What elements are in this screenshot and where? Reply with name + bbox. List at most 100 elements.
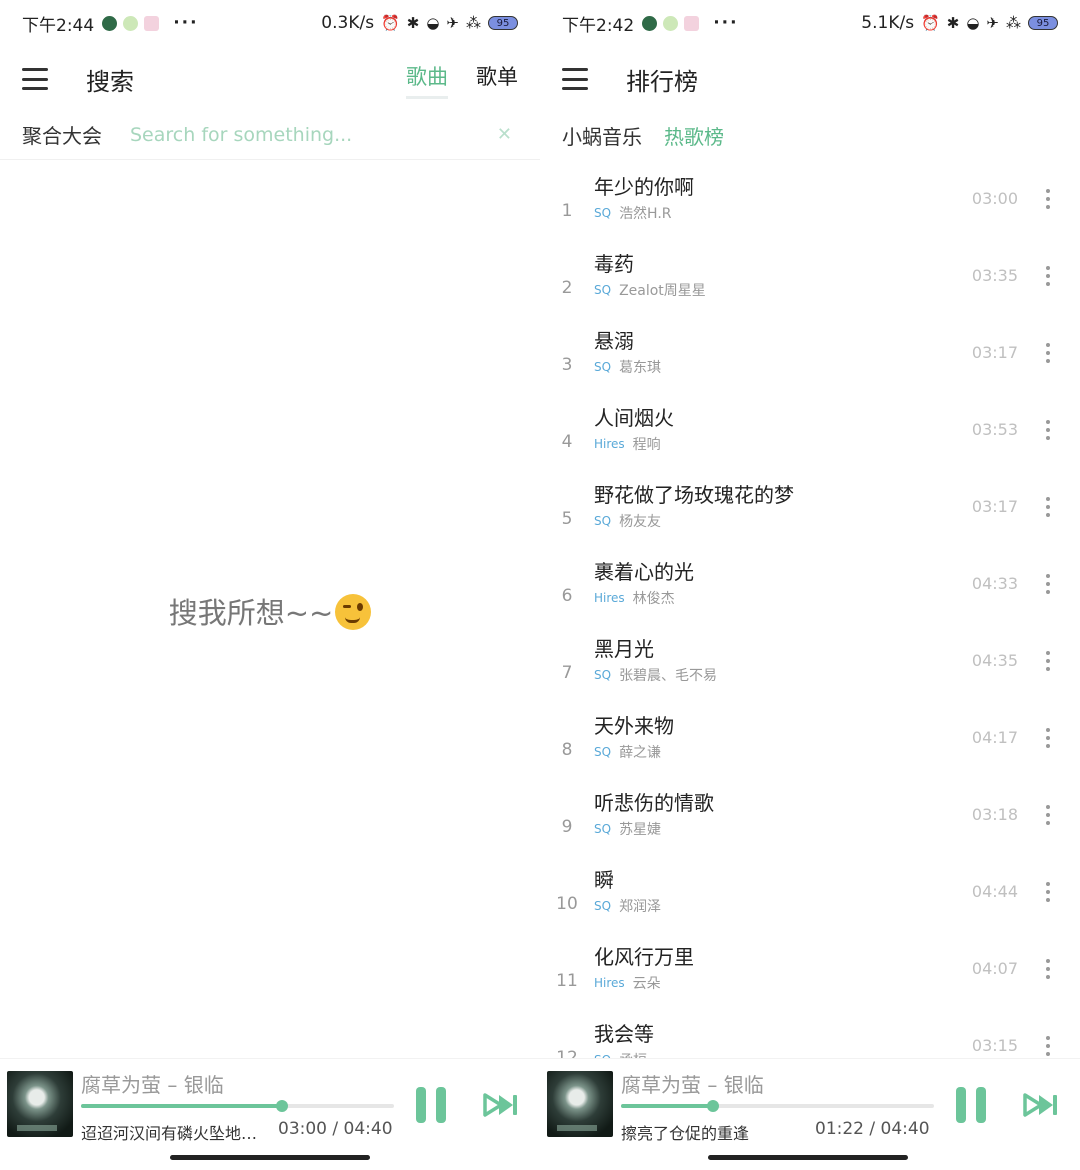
song-info: 化风行万里 Hires 云朵 <box>594 944 948 993</box>
song-row[interactable]: 9 听悲伤的情歌 SQ 苏星婕 03:18 <box>540 776 1080 853</box>
home-indicator <box>170 1155 370 1160</box>
song-artist: 林俊杰 <box>632 591 675 607</box>
app-bar: 搜索 歌曲 歌单 <box>0 52 540 106</box>
song-row[interactable]: 10 瞬 SQ 郑润泽 04:44 <box>540 853 1080 930</box>
skip-next-icon[interactable] <box>1023 1092 1059 1118</box>
song-info: 年少的你啊 SQ 浩然H.R <box>594 174 948 223</box>
song-row[interactable]: 5 野花做了场玫瑰花的梦 SQ 杨友友 03:17 <box>540 468 1080 545</box>
menu-icon[interactable] <box>22 68 48 90</box>
status-time: 下午2:42 <box>562 15 635 36</box>
song-row[interactable]: 2 毒药 SQ Zealot周星星 03:35 <box>540 237 1080 314</box>
more-vert-icon[interactable] <box>1038 265 1058 286</box>
song-row[interactable]: 4 人间烟火 Hires 程响 03:53 <box>540 391 1080 468</box>
album-cover[interactable] <box>547 1071 613 1137</box>
current-lyric: 迢迢河汉间有磷火坠地… <box>81 1124 258 1143</box>
wifi-icon: ◒ <box>426 14 440 32</box>
song-rank: 1 <box>561 200 573 221</box>
song-info: 我会等 SQ承桓 <box>594 1021 948 1058</box>
song-row[interactable]: 1 年少的你啊 SQ 浩然H.R 03:00 <box>540 160 1080 237</box>
signal-icon: ⁂ <box>1006 14 1021 32</box>
skip-next-icon[interactable] <box>483 1092 519 1118</box>
tab-hot-songs[interactable]: 热歌榜 <box>664 121 724 150</box>
now-playing-title: 腐草为萤 – 银临 <box>81 1073 224 1097</box>
song-duration: 04:17 <box>971 728 1018 747</box>
more-notifications-icon: ··· <box>713 13 739 33</box>
song-meta: SQ 苏星婕 <box>594 819 948 839</box>
song-meta: SQ承桓 <box>594 1050 948 1058</box>
song-title: 裹着心的光 <box>594 560 694 584</box>
more-vert-icon[interactable] <box>1038 650 1058 671</box>
progress-knob[interactable] <box>706 1100 719 1112</box>
current-lyric: 擦亮了仓促的重逢 <box>621 1124 750 1143</box>
pause-icon[interactable] <box>956 1087 992 1123</box>
search-input[interactable] <box>130 123 487 146</box>
menu-icon[interactable] <box>562 68 588 90</box>
song-info: 裹着心的光 Hires 林俊杰 <box>594 559 948 608</box>
song-row[interactable]: 6 裹着心的光 Hires 林俊杰 04:33 <box>540 545 1080 622</box>
song-row[interactable]: 12 我会等 SQ承桓 03:15 <box>540 1007 1080 1058</box>
network-speed: 5.1K/s <box>861 13 915 33</box>
more-vert-icon[interactable] <box>1038 958 1058 979</box>
song-rank: 2 <box>561 277 573 298</box>
search-source-selector[interactable]: 聚合大会 <box>22 120 102 149</box>
song-row[interactable]: 11 化风行万里 Hires 云朵 04:07 <box>540 930 1080 1007</box>
song-list: 1 年少的你啊 SQ 浩然H.R 03:00 2 毒药 SQ Zealot周星星 03:35 3 悬溺… <box>540 160 1080 1058</box>
wifi-icon: ◒ <box>966 14 980 32</box>
song-meta: Hires 云朵 <box>594 973 948 993</box>
more-vert-icon[interactable] <box>1038 188 1058 209</box>
quality-badge: SQ <box>594 206 612 220</box>
song-rank: 5 <box>561 508 573 529</box>
more-vert-icon[interactable] <box>1038 419 1058 440</box>
tab-playlists[interactable]: 歌单 <box>476 61 518 97</box>
song-row[interactable]: 7 黑月光 SQ 张碧晨、毛不易 04:35 <box>540 622 1080 699</box>
song-duration: 04:33 <box>971 574 1018 593</box>
tab-songs[interactable]: 歌曲 <box>406 61 448 99</box>
song-title: 毒药 <box>594 252 634 276</box>
more-vert-icon[interactable] <box>1038 727 1058 748</box>
signal-icon: ⁂ <box>466 14 481 32</box>
quality-badge: SQ <box>594 360 612 374</box>
more-vert-icon[interactable] <box>1038 804 1058 825</box>
progress-fill <box>621 1104 713 1108</box>
song-duration: 03:53 <box>971 420 1018 439</box>
tab-source[interactable]: 小蜗音乐 <box>562 121 642 150</box>
song-duration: 04:44 <box>971 882 1018 901</box>
app-bar: 排行榜 <box>540 52 1080 106</box>
close-icon[interactable]: ✕ <box>497 124 512 145</box>
more-vert-icon[interactable] <box>1038 881 1058 902</box>
song-meta: SQ 张碧晨、毛不易 <box>594 665 948 685</box>
app-notification-icon <box>642 15 658 31</box>
status-bar: 下午2:44 ··· 0.3K/s ⏰ ✱ ◒ ✈ ⁂ 95 <box>0 0 540 46</box>
pause-icon[interactable] <box>416 1087 452 1123</box>
progress-bar[interactable] <box>621 1100 934 1112</box>
more-vert-icon[interactable] <box>1038 496 1058 517</box>
mini-player[interactable]: 腐草为萤 – 银临 擦亮了仓促的重逢 01:22 / 04:40 <box>540 1058 1080 1170</box>
quality-badge: SQ <box>594 668 612 682</box>
song-row[interactable]: 3 悬溺 SQ 葛东琪 03:17 <box>540 314 1080 391</box>
song-info: 野花做了场玫瑰花的梦 SQ 杨友友 <box>594 482 948 531</box>
page-title: 排行榜 <box>626 67 698 96</box>
song-title: 黑月光 <box>594 637 654 661</box>
alarm-icon: ⏰ <box>921 14 940 32</box>
now-playing-title: 腐草为萤 – 银临 <box>621 1073 764 1097</box>
quality-badge: SQ <box>594 899 612 913</box>
more-vert-icon[interactable] <box>1038 573 1058 594</box>
progress-knob[interactable] <box>276 1100 289 1112</box>
song-meta: SQ 杨友友 <box>594 511 948 531</box>
quality-badge: SQ <box>594 514 612 528</box>
mini-player[interactable]: 腐草为萤 – 银临 迢迢河汉间有磷火坠地… 03:00 / 04:40 <box>0 1058 540 1170</box>
song-row[interactable]: 8 天外来物 SQ 薛之谦 04:17 <box>540 699 1080 776</box>
search-screen: 下午2:44 ··· 0.3K/s ⏰ ✱ ◒ ✈ ⁂ 95 搜索 歌曲 歌单 … <box>0 0 540 1170</box>
playback-time: 03:00 / 04:40 <box>278 1119 393 1139</box>
bluetooth-icon: ✱ <box>406 14 420 32</box>
bluetooth-icon: ✱ <box>946 14 960 32</box>
quality-badge: Hires <box>594 976 625 990</box>
song-info: 人间烟火 Hires 程响 <box>594 405 948 454</box>
song-title: 悬溺 <box>594 329 634 353</box>
album-cover[interactable] <box>7 1071 73 1137</box>
page-title: 搜索 <box>86 67 134 96</box>
progress-bar[interactable] <box>81 1100 394 1112</box>
song-rank: 9 <box>561 816 573 837</box>
more-vert-icon[interactable] <box>1038 1035 1058 1056</box>
more-vert-icon[interactable] <box>1038 342 1058 363</box>
